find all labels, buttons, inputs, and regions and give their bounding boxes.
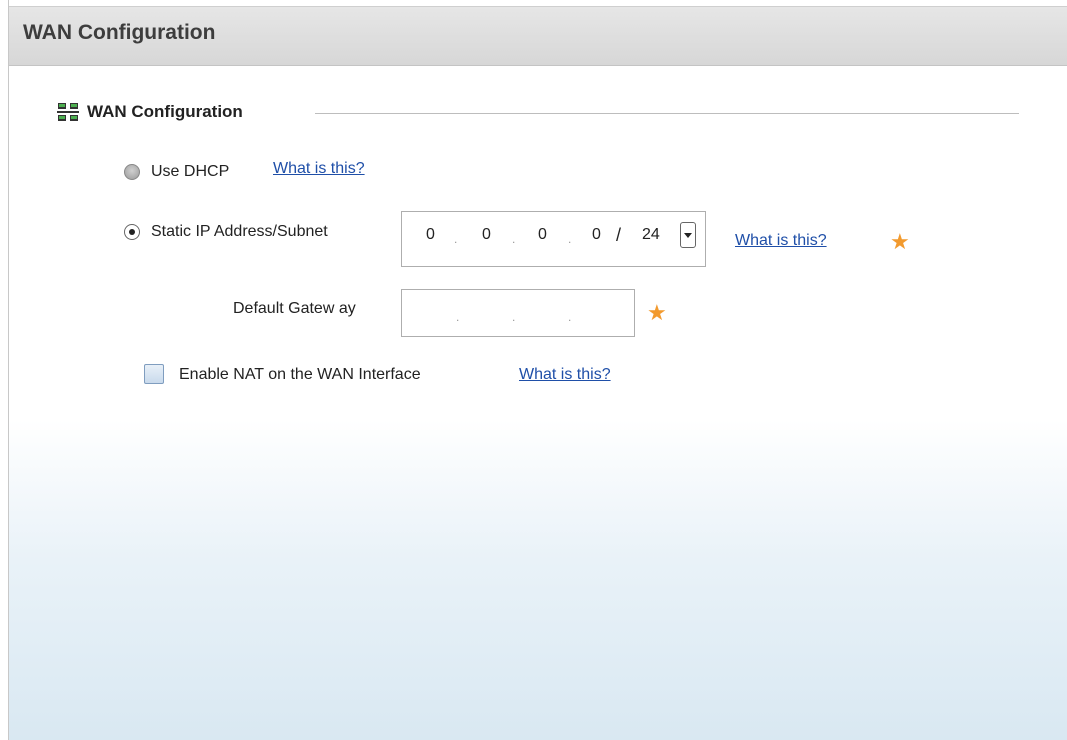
ip-dot: .	[568, 310, 572, 324]
ip-octet-3[interactable]: 0	[538, 226, 547, 244]
ip-dot: .	[512, 232, 516, 246]
subnet-mask-dropdown[interactable]	[680, 222, 696, 248]
static-ip-radio[interactable]	[124, 224, 140, 240]
required-star-icon: ★	[647, 300, 667, 325]
subnet-mask-value[interactable]: 24	[642, 226, 660, 244]
network-icon	[57, 103, 79, 121]
static-ip-input[interactable]: 0 . 0 . 0 . 0 / 24	[401, 211, 706, 267]
use-dhcp-label: Use DHCP	[151, 163, 230, 180]
ip-octet-1[interactable]: 0	[426, 226, 435, 244]
window-titlebar: WAN Configuration	[9, 6, 1067, 66]
use-dhcp-radio[interactable]	[124, 164, 140, 180]
ip-octet-2[interactable]: 0	[482, 226, 491, 244]
section-header: WAN Configuration	[57, 98, 1021, 126]
required-star-icon: ★	[890, 229, 910, 254]
default-gateway-label: Default Gatew ay	[233, 300, 356, 317]
default-gateway-input[interactable]: . . .	[401, 289, 635, 337]
window-title: WAN Configuration	[23, 21, 216, 44]
ip-octet-4[interactable]: 0	[592, 226, 601, 244]
ip-dot: .	[456, 310, 460, 324]
section-title: WAN Configuration	[87, 102, 243, 121]
ip-dot: .	[454, 232, 458, 246]
enable-nat-checkbox[interactable]	[144, 364, 164, 384]
section-divider	[315, 113, 1019, 114]
enable-nat-label: Enable NAT on the WAN Interface	[179, 366, 421, 383]
static-ip-help-link[interactable]: What is this?	[735, 232, 827, 250]
ip-dot: .	[512, 310, 516, 324]
static-ip-label: Static IP Address/Subnet	[151, 223, 328, 240]
ip-dot: .	[568, 232, 572, 246]
enable-nat-help-link[interactable]: What is this?	[519, 366, 611, 384]
wan-configuration-window: WAN Configuration WAN Configuration Use …	[8, 0, 1067, 740]
subnet-slash: /	[616, 225, 622, 245]
use-dhcp-help-link[interactable]: What is this?	[273, 160, 365, 178]
